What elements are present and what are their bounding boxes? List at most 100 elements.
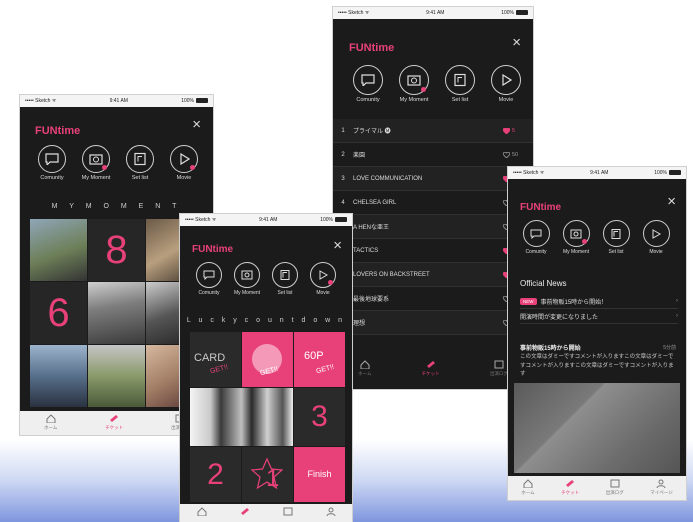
battery-label: 100%: [320, 217, 347, 223]
calendar-icon: [283, 507, 292, 516]
tab-home[interactable]: ホーム: [44, 411, 57, 431]
tab-ticket[interactable]: [240, 504, 250, 518]
new-badge: NEW: [520, 297, 537, 305]
like-button[interactable]: 50: [503, 151, 533, 158]
app-logo: FUNtime: [35, 125, 81, 137]
tab-bar: ホーム チケット 出演ログ マイページ: [508, 476, 686, 500]
photo-tile[interactable]: [30, 345, 87, 407]
setlist-row[interactable]: 6TACTICS50: [333, 239, 533, 263]
track-title: TACTICS: [353, 247, 379, 254]
tab-bar: ホーム チケット 出演ログ: [333, 357, 533, 389]
tab-ticket[interactable]: チケット: [422, 357, 440, 377]
tab-ticket[interactable]: チケット: [561, 476, 579, 496]
person-icon: [326, 507, 335, 516]
play-icon: [652, 228, 661, 239]
close-button[interactable]: ×: [192, 117, 201, 132]
person-icon: [656, 479, 666, 488]
tab-calendar[interactable]: 出演ログ: [490, 357, 508, 377]
tab-calendar[interactable]: [283, 504, 293, 518]
nav-my-moment[interactable]: My Moment: [556, 220, 596, 255]
nav-movie[interactable]: Movie: [636, 220, 676, 255]
lucky-tile-finish[interactable]: Finish: [294, 447, 345, 502]
nav-community[interactable]: Comunity: [345, 65, 391, 103]
tab-home[interactable]: ホーム: [358, 357, 371, 377]
camera-icon: [407, 75, 421, 86]
camera-icon: [570, 229, 582, 238]
nav-icons: Comunity My Moment Set list Movie: [190, 262, 342, 296]
setlist-row[interactable]: 1 プライマル 🅜 5: [333, 119, 533, 143]
screen-set-list: ••••• Sketch ᯤ 9:41 AM 100% FUNtime × Co…: [333, 7, 533, 389]
close-button[interactable]: ×: [667, 194, 676, 209]
setlist-row[interactable]: 4CHELSEA GIRL15: [333, 191, 533, 215]
setlist-row[interactable]: 9理想50: [333, 311, 533, 335]
track-title: CHELSEA GIRL: [353, 199, 397, 206]
moment-tile-6[interactable]: 6: [30, 282, 87, 344]
nav-set-list[interactable]: Set list: [596, 220, 636, 255]
setlist-row[interactable]: 2 楽園 50: [333, 143, 533, 167]
setlist-row[interactable]: 8最後地球要系50: [333, 287, 533, 311]
like-button[interactable]: 5: [503, 127, 533, 134]
lucky-tile-3[interactable]: 3: [294, 388, 345, 446]
battery-label: 100%: [654, 170, 681, 176]
tab-home[interactable]: ホーム: [521, 476, 535, 496]
lucky-tile-card[interactable]: CARD GET!!: [190, 332, 241, 387]
nav-community[interactable]: Comunity: [516, 220, 556, 255]
music-list-icon: [280, 270, 290, 280]
tab-mypage[interactable]: [326, 504, 336, 518]
music-list-icon: [134, 152, 146, 166]
news-item[interactable]: 開演時間が変更になりました ›: [520, 309, 678, 324]
nav-movie[interactable]: Movie: [483, 65, 529, 103]
news-item[interactable]: NEW 事前物販15時から開始！ ›: [520, 294, 678, 309]
photo-tile[interactable]: [30, 219, 87, 281]
lucky-tile-get[interactable]: GET!!: [242, 332, 293, 387]
nav-community[interactable]: Comunity: [30, 145, 74, 181]
home-icon: [46, 414, 56, 423]
track-number: 2: [341, 151, 345, 158]
band-photo-tile[interactable]: [190, 388, 293, 446]
lucky-tile-60p[interactable]: 60P GET!!: [294, 332, 345, 387]
lucky-heading: L u c k y c o u n t d o w n: [186, 317, 346, 324]
close-button[interactable]: ×: [512, 35, 521, 50]
article-body: この文章はダミーですコメントが入りますこの文章はダミーですコメントが入りますこの…: [520, 354, 674, 377]
nav-set-list[interactable]: Set list: [118, 145, 162, 181]
close-button[interactable]: ×: [333, 238, 342, 253]
heart-icon: [503, 127, 510, 134]
nav-movie[interactable]: Movie: [162, 145, 206, 181]
nav-my-moment[interactable]: My Moment: [228, 262, 266, 296]
tab-mypage[interactable]: マイページ: [650, 476, 673, 496]
tab-calendar[interactable]: 出演ログ: [606, 476, 624, 496]
nav-my-moment[interactable]: My Moment: [391, 65, 437, 103]
track-title: 最後地球要系: [353, 297, 390, 303]
tab-ticket[interactable]: チケット: [105, 411, 123, 431]
tab-home[interactable]: [197, 504, 207, 518]
moment-heading: M Y M O M E N T: [51, 203, 182, 210]
nav-my-moment[interactable]: My Moment: [74, 145, 118, 181]
play-icon: [502, 74, 512, 86]
moment-tile-8[interactable]: 8: [88, 219, 145, 281]
time-label: 9:41 AM: [590, 170, 609, 176]
chat-bubble-icon: [203, 270, 215, 280]
article-date: 5分前: [663, 345, 676, 351]
play-icon: [319, 270, 328, 280]
nav-community[interactable]: Comunity: [190, 262, 228, 296]
photo-tile[interactable]: [88, 282, 145, 344]
track-title: LOVERS ON BACKSTREET: [353, 271, 430, 278]
ticket-icon: [426, 361, 435, 368]
lucky-tile-2[interactable]: 2: [190, 447, 241, 502]
setlist-row[interactable]: 3LOVE COMMUNICATION120: [333, 167, 533, 191]
setlist-row[interactable]: 5A HENな亜王15: [333, 215, 533, 239]
chat-bubble-icon: [361, 74, 375, 86]
home-icon: [197, 507, 206, 516]
photo-tile[interactable]: [88, 345, 145, 407]
setlist-row[interactable]: 7LOVERS ON BACKSTREET50: [333, 263, 533, 287]
nav-set-list[interactable]: Set list: [437, 65, 483, 103]
heart-icon: [503, 151, 510, 158]
nav-movie[interactable]: Movie: [304, 262, 342, 296]
home-icon: [360, 360, 370, 369]
time-label: 9:41 AM: [109, 98, 128, 104]
nav-set-list[interactable]: Set list: [266, 262, 304, 296]
status-bar: ••••• Sketch ᯤ 9:41 AM 100%: [333, 7, 533, 19]
app-logo: FUNtime: [520, 202, 562, 213]
nav-icons: Comunity My Moment Set list Movie: [345, 65, 529, 103]
lucky-tile-1[interactable]: 1: [242, 447, 293, 502]
